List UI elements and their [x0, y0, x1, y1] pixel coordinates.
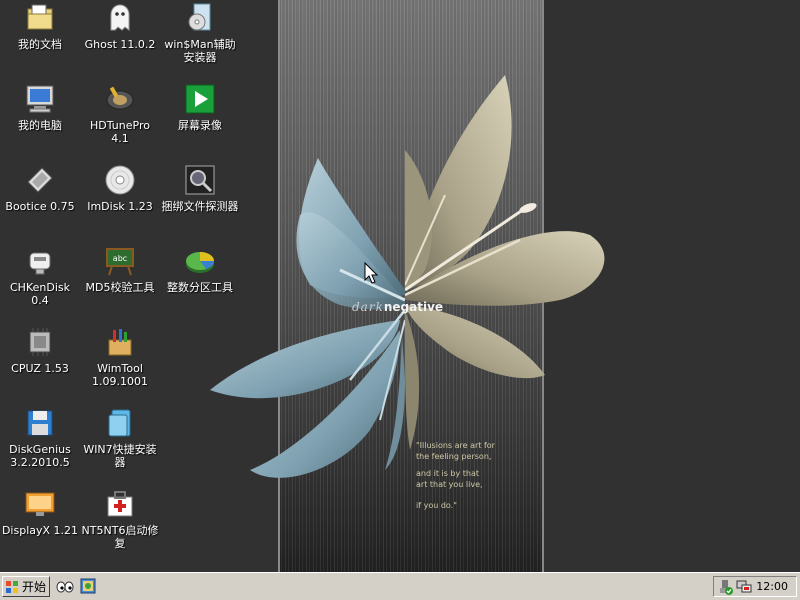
desktop-icon-screen-recorder[interactable]: 屏幕录像	[160, 83, 240, 132]
desktop-icon-win7-installer[interactable]: WIN7快捷安装器	[80, 407, 160, 469]
icon-label: 捆绑文件探测器	[161, 200, 239, 213]
icon-label: win$Man辅助安装器	[164, 38, 236, 64]
taskbar: 开始 12:00	[0, 572, 800, 600]
wimtool-icon	[104, 326, 136, 358]
quote-line: art that you live,	[416, 480, 483, 489]
quote-line: the feeling person,	[416, 452, 492, 461]
desktop-icon-boot-repair[interactable]: NT5NT6启动修复	[80, 488, 160, 550]
displayx-icon	[24, 488, 56, 520]
icon-label: 我的电脑	[18, 119, 62, 132]
usb-device-icon[interactable]	[717, 579, 733, 595]
chkendisk-icon	[24, 245, 56, 277]
quick-launch-eyes-icon[interactable]	[56, 579, 74, 595]
winntsetup-icon	[184, 2, 216, 34]
desktop-icon-wimtool[interactable]: WimTool 1.09.1001	[80, 326, 160, 388]
brand-negative-text: negative	[383, 300, 444, 314]
start-button[interactable]: 开始	[2, 576, 50, 597]
desktop-icon-partition-tool[interactable]: 整数分区工具	[160, 245, 240, 294]
quick-launch-explorer-icon[interactable]	[80, 578, 96, 594]
my-computer-icon	[24, 83, 56, 115]
wallpaper-quote: "Illusions are art for the feeling perso…	[416, 440, 556, 511]
desktop-icon-imdisk[interactable]: ImDisk 1.23	[80, 164, 160, 213]
icon-label: 屏幕录像	[178, 119, 222, 132]
boot-repair-icon	[104, 488, 136, 520]
screen-recorder-icon	[184, 83, 216, 115]
partition-tool-icon	[184, 245, 216, 277]
icon-label: DisplayX 1.21	[1, 524, 79, 537]
desktop-icon-chkendisk[interactable]: CHKenDisk 0.4	[0, 245, 80, 307]
desktop-icon-my-computer[interactable]: 我的电脑	[0, 83, 80, 132]
icon-label: MD5校验工具	[85, 281, 155, 294]
diskgenius-icon	[24, 407, 56, 439]
desktop-icon-diskgenius[interactable]: DiskGenius 3.2.2010.5	[0, 407, 80, 469]
icon-label: WIN7快捷安装器	[83, 443, 157, 469]
desktop-icon-file-detector[interactable]: 捆绑文件探测器	[160, 164, 240, 213]
icon-label: 我的文档	[18, 38, 62, 51]
start-label: 开始	[22, 580, 47, 594]
imdisk-icon	[104, 164, 136, 196]
svg-text:abc: abc	[113, 254, 127, 263]
clock[interactable]: 12:00	[756, 580, 788, 593]
hdtune-icon	[104, 83, 136, 115]
quote-line: if you do."	[416, 501, 457, 510]
bootice-icon	[24, 164, 56, 196]
icon-label: Bootice 0.75	[5, 200, 75, 213]
ghost-icon	[104, 2, 136, 34]
system-tray: 12:00	[713, 576, 797, 597]
desktop-icon-winntsetup[interactable]: win$Man辅助安装器	[160, 2, 240, 64]
brand-dark-text: dark	[352, 300, 384, 314]
md5-tool-icon: abc	[104, 245, 136, 277]
icon-label: DiskGenius 3.2.2010.5	[9, 443, 71, 469]
wallpaper-brand: darknegative	[352, 300, 443, 314]
icon-label: HDTunePro 4.1	[90, 119, 150, 145]
my-documents-icon	[24, 2, 56, 34]
icon-label: Ghost 11.0.2	[84, 38, 156, 51]
icon-label: NT5NT6启动修复	[81, 524, 159, 550]
icon-label: CPUZ 1.53	[11, 362, 69, 375]
win7-installer-icon	[104, 407, 136, 439]
icon-label: 整数分区工具	[167, 281, 233, 294]
cpuz-icon	[24, 326, 56, 358]
desktop-icon-bootice[interactable]: Bootice 0.75	[0, 164, 80, 213]
file-detector-icon	[184, 164, 216, 196]
icon-label: CHKenDisk 0.4	[10, 281, 70, 307]
icon-label: WimTool 1.09.1001	[92, 362, 148, 388]
desktop-icon-cpuz[interactable]: CPUZ 1.53	[0, 326, 80, 375]
quote-line: and it is by that	[416, 469, 480, 478]
desktop-icon-displayx[interactable]: DisplayX 1.21	[0, 488, 80, 537]
desktop-icon-ghost[interactable]: Ghost 11.0.2	[80, 2, 160, 51]
quote-line: "Illusions are art for	[416, 441, 495, 450]
icon-label: ImDisk 1.23	[87, 200, 153, 213]
desktop-icon-my-documents[interactable]: 我的文档	[0, 2, 80, 51]
desktop-icon-md5-tool[interactable]: abc MD5校验工具	[80, 245, 160, 294]
windows-logo-icon	[5, 579, 19, 594]
desktop-icon-hdtunepro[interactable]: HDTunePro 4.1	[80, 83, 160, 145]
network-icon[interactable]	[736, 579, 752, 595]
